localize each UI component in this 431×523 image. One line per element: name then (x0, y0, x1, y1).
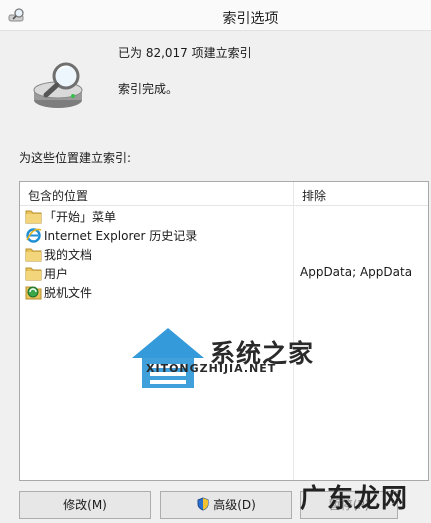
offline-files-icon (25, 286, 42, 300)
list-item[interactable]: Internet Explorer 历史记录 (20, 226, 428, 245)
list-item[interactable]: 我的文档 (20, 245, 428, 264)
list-item[interactable]: 脱机文件 (20, 283, 428, 302)
list-item[interactable]: 用户 AppData; AppData (20, 264, 428, 283)
folder-icon (25, 267, 42, 281)
list-item[interactable]: 「开始」菜单 (20, 207, 428, 226)
column-header-excluded[interactable]: 排除 (302, 187, 326, 204)
column-header-included[interactable]: 包含的位置 (28, 187, 88, 204)
indexing-status: 索引完成。 (118, 82, 179, 96)
folder-icon (25, 210, 42, 224)
window-title: 索引选项 (222, 11, 279, 27)
site-brand-watermark: 广东龙网 (300, 484, 409, 514)
title-bar: 索引选项 (0, 0, 431, 31)
modify-button[interactable]: 修改(M) (19, 491, 151, 519)
locations-label: 为这些位置建立索引: (19, 151, 132, 165)
folder-icon (25, 248, 42, 262)
indexed-count: 已为 82,017 项建立索引 (118, 46, 252, 60)
drive-search-icon (33, 62, 83, 108)
uac-shield-icon (197, 497, 209, 511)
advanced-button[interactable]: 高级(D) (160, 491, 292, 519)
list-header: 包含的位置 排除 (20, 182, 428, 206)
watermark-subtext: XITONGZHIJIA.NET (146, 362, 277, 375)
ie-icon (26, 228, 42, 243)
